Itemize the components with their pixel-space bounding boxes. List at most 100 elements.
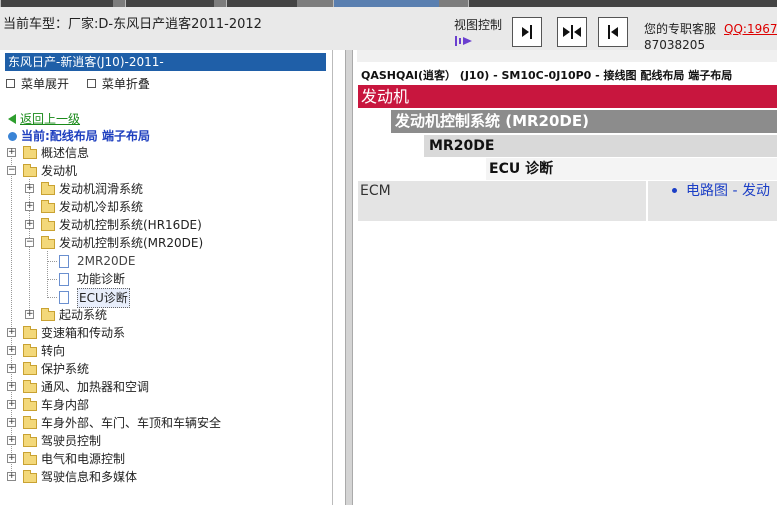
back-arrow-icon	[8, 113, 16, 124]
expand-plus-icon[interactable]: +	[7, 472, 16, 481]
support-info: 您的专职客服 QQ:1967	[644, 20, 777, 37]
folder-icon	[23, 362, 37, 375]
document-icon	[59, 255, 69, 268]
tree-connector	[47, 297, 57, 298]
tree-item-label: 功能诊断	[77, 272, 126, 286]
tree-item-label: 发动机润滑系统	[59, 182, 144, 196]
expand-plus-icon[interactable]: +	[25, 184, 34, 193]
expand-plus-icon[interactable]: +	[7, 346, 16, 355]
folder-icon	[23, 470, 37, 483]
tree-item-label: 保护系统	[41, 362, 90, 376]
expand-square-icon	[6, 79, 15, 88]
folder-icon	[23, 398, 37, 411]
tree-item-label: 车身内部	[41, 398, 90, 412]
content-top-strip	[357, 50, 777, 62]
menu-collapse-button[interactable]: 菜单折叠	[86, 77, 150, 91]
tree-item-label: 概述信息	[41, 146, 90, 160]
folder-open-icon	[41, 236, 55, 249]
tree-item-label: 车身外部、车门、车顶和车辆安全	[41, 416, 222, 430]
tree-item-label: 通风、加热器和空调	[41, 380, 150, 394]
tree-item-label: 发动机控制系统(MR20DE)	[59, 236, 204, 250]
view-right-panel-button[interactable]	[512, 17, 542, 47]
folder-icon	[41, 218, 55, 231]
document-header: QASHQAI(逍客） (J10) - SM10C-0J10P0 - 接线图 配…	[361, 69, 733, 82]
folder-icon	[23, 326, 37, 339]
folder-icon	[23, 146, 37, 159]
bullet-icon	[672, 188, 677, 193]
arrow-right-bar-icon	[522, 25, 532, 39]
qq-link[interactable]: QQ:1967	[724, 22, 777, 36]
tree-item-label: 起动系统	[59, 308, 108, 322]
nav-scroll-area	[333, 50, 345, 505]
tree-guide-line	[11, 152, 12, 479]
folder-open-icon	[23, 164, 37, 177]
arrow-left-bar-icon	[608, 25, 618, 39]
view-control-label: 视图控制	[454, 18, 503, 32]
view-split-button[interactable]	[557, 17, 587, 47]
tree-item-label: 转向	[41, 344, 66, 358]
menu-expand-button[interactable]: 菜单展开	[6, 77, 69, 91]
folder-icon	[23, 434, 37, 447]
indent-pad	[358, 135, 424, 157]
tree-item-label: 2MR20DE	[77, 254, 136, 268]
expand-plus-icon[interactable]: +	[7, 454, 16, 463]
document-icon	[59, 291, 69, 304]
tree-item-label: 驾驶信息和多媒体	[41, 470, 138, 484]
expand-plus-icon[interactable]: +	[7, 436, 16, 445]
view-slider-icon	[455, 36, 472, 46]
engine-label: MR20DE	[429, 138, 495, 154]
selected-model-title[interactable]: 东风日产-新逍客(J10)-2011-	[5, 53, 326, 71]
menu-collapse-label: 菜单折叠	[101, 77, 150, 91]
expand-plus-icon[interactable]: +	[7, 418, 16, 427]
back-link[interactable]: 返回上一级	[8, 110, 80, 127]
folder-icon	[41, 308, 55, 321]
tree-item-label: 变速箱和传动系	[41, 326, 126, 340]
expand-plus-icon[interactable]: +	[25, 310, 34, 319]
indent-pad	[358, 110, 391, 133]
circuit-diagram-link[interactable]: 电路图 - 发动	[648, 181, 777, 221]
folder-icon	[23, 344, 37, 357]
expand-plus-icon[interactable]: +	[7, 364, 16, 373]
subsection-label: 发动机控制系统 (MR20DE)	[395, 112, 589, 130]
expand-plus-icon[interactable]: +	[7, 328, 16, 337]
tree-connector	[47, 279, 57, 280]
location-pin-icon	[8, 132, 17, 141]
view-left-panel-button[interactable]	[598, 17, 628, 47]
tree-item-label: ECU诊断	[77, 288, 130, 308]
document-icon	[59, 273, 69, 286]
collapse-minus-icon[interactable]: −	[7, 166, 16, 175]
pane-splitter[interactable]	[345, 50, 353, 505]
expand-plus-icon[interactable]: +	[25, 202, 34, 211]
folder-icon	[23, 452, 37, 465]
expand-plus-icon[interactable]: +	[7, 400, 16, 409]
tree-item-label: 电气和电源控制	[41, 452, 126, 466]
section-heading: 发动机	[358, 85, 777, 108]
folder-icon	[41, 182, 55, 195]
tree-guide-line	[47, 251, 48, 298]
top-tab-3[interactable]	[226, 0, 297, 7]
split-arrows-icon	[563, 25, 581, 39]
support-label: 您的专职客服	[644, 22, 717, 36]
collapse-square-icon	[86, 79, 96, 88]
collapse-minus-icon[interactable]: −	[25, 238, 34, 247]
top-bar: 当前车型：厂家:D-东风日产逍客2011-2012 视图控制 您的专职客服 QQ:…	[0, 0, 777, 52]
tree-item-label: 发动机控制系统(HR16DE)	[59, 218, 202, 232]
indent-pad	[358, 158, 486, 180]
tree-item-label: 发动机	[41, 164, 78, 178]
current-location: 当前:配线布局 端子布局	[8, 127, 150, 144]
expand-plus-icon[interactable]: +	[7, 382, 16, 391]
top-tab-5[interactable]	[468, 0, 777, 7]
expand-plus-icon[interactable]: +	[7, 148, 16, 157]
top-tab-4[interactable]	[333, 0, 439, 7]
back-link-label: 返回上一级	[20, 112, 81, 126]
menu-expand-label: 菜单展开	[21, 77, 70, 91]
folder-icon	[23, 416, 37, 429]
top-tab-1[interactable]	[0, 0, 113, 7]
engine-heading: MR20DE	[358, 135, 777, 157]
folder-icon	[23, 380, 37, 393]
folder-icon	[41, 200, 55, 213]
top-tab-2[interactable]	[125, 0, 214, 7]
topic-heading: ECU 诊断	[358, 158, 777, 180]
expand-plus-icon[interactable]: +	[25, 220, 34, 229]
current-location-label: 当前:配线布局 端子布局	[21, 129, 150, 143]
